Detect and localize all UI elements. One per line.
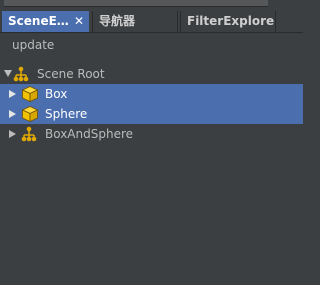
tree-row-label: Box	[45, 87, 68, 101]
close-icon[interactable]: ✕	[73, 11, 85, 32]
tab-filter-explorer[interactable]: FilterExplorer	[180, 11, 276, 32]
node-hierarchy-icon	[12, 65, 30, 83]
expand-arrow-icon[interactable]	[9, 110, 16, 118]
expand-arrow-icon[interactable]	[9, 90, 16, 98]
node-hierarchy-icon	[20, 125, 38, 143]
tab-label: SceneE…	[8, 14, 69, 28]
expand-arrow-icon[interactable]	[9, 130, 16, 138]
cube-icon	[21, 85, 39, 103]
tab-navigator[interactable]: 导航器	[92, 11, 178, 32]
cube-icon	[21, 105, 39, 123]
tree-row-label: Scene Root	[37, 67, 105, 81]
expand-arrow-icon[interactable]	[4, 70, 12, 77]
tab-label: FilterExplorer	[187, 14, 276, 28]
update-button[interactable]: update	[12, 37, 54, 53]
top-strip	[0, 0, 303, 10]
tree-row-box[interactable]: Box	[0, 84, 303, 104]
tab-scene-explorer[interactable]: SceneE… ✕	[2, 11, 89, 32]
tab-bar: SceneE… ✕ 导航器 FilterExplorer	[0, 11, 303, 33]
scroll-strip[interactable]	[4, 0, 268, 7]
tree-row-sphere[interactable]: Sphere	[0, 104, 303, 124]
tree-row-label: Sphere	[45, 107, 88, 121]
tab-label: 导航器	[99, 14, 136, 28]
tree-row-boxandsphere[interactable]: BoxAndSphere	[0, 124, 303, 144]
tree-row-scene-root[interactable]: Scene Root	[0, 64, 303, 84]
tree-row-label: BoxAndSphere	[45, 127, 134, 141]
